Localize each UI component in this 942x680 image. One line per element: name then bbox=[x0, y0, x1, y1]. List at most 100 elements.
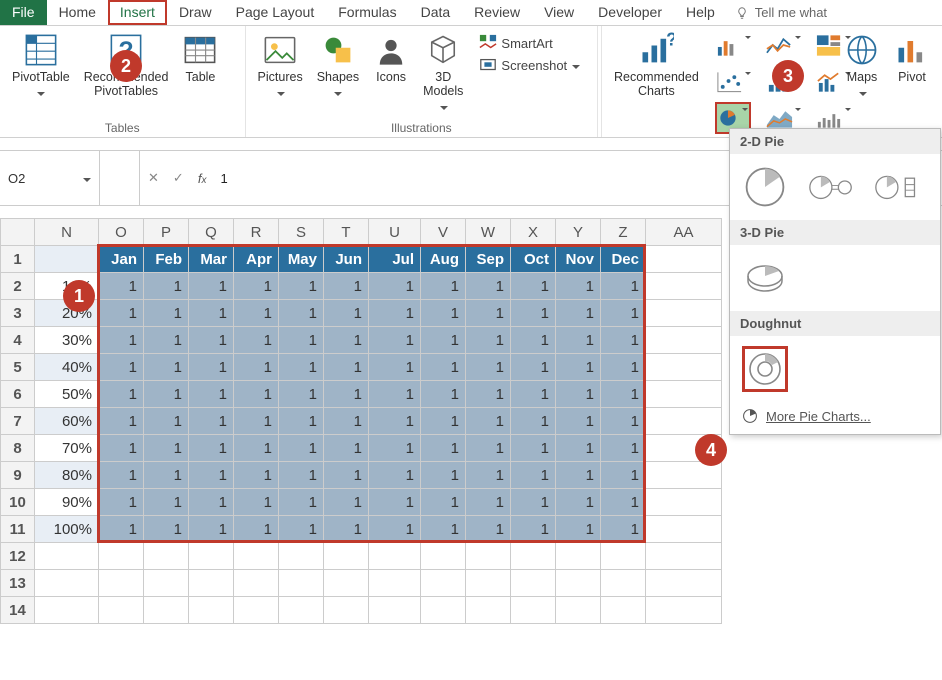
select-all-cell[interactable] bbox=[1, 219, 35, 246]
cell[interactable] bbox=[324, 570, 369, 597]
cell[interactable] bbox=[646, 300, 722, 327]
cell[interactable]: Dec bbox=[601, 246, 646, 273]
shapes-button[interactable]: Shapes bbox=[313, 30, 363, 102]
cell[interactable] bbox=[144, 543, 189, 570]
cell[interactable]: 1 bbox=[556, 489, 601, 516]
cell[interactable] bbox=[646, 516, 722, 543]
cell[interactable]: Jun bbox=[324, 246, 369, 273]
cell[interactable] bbox=[421, 597, 466, 624]
doughnut-option[interactable] bbox=[742, 346, 788, 392]
cell[interactable]: 1 bbox=[234, 327, 279, 354]
insert-column-chart-button[interactable] bbox=[715, 30, 751, 62]
cell[interactable]: 1 bbox=[189, 462, 234, 489]
cell[interactable]: 1 bbox=[556, 327, 601, 354]
cell[interactable]: 1 bbox=[279, 489, 324, 516]
formula-value[interactable]: 1 bbox=[220, 171, 227, 186]
cell[interactable]: 100% bbox=[35, 516, 99, 543]
row-header[interactable]: 14 bbox=[1, 597, 35, 624]
cell[interactable]: 1 bbox=[466, 489, 511, 516]
cell[interactable]: 90% bbox=[35, 489, 99, 516]
pie-3d-option[interactable] bbox=[742, 255, 788, 301]
cell[interactable]: 1 bbox=[324, 516, 369, 543]
cell[interactable] bbox=[234, 597, 279, 624]
cell[interactable]: Feb bbox=[144, 246, 189, 273]
cell[interactable]: 1 bbox=[99, 462, 144, 489]
cell[interactable]: 1 bbox=[144, 300, 189, 327]
fx-icon[interactable]: fx bbox=[198, 171, 207, 186]
col-header[interactable]: T bbox=[324, 219, 369, 246]
cancel-icon[interactable]: ✕ bbox=[148, 170, 159, 186]
cell[interactable]: 1 bbox=[324, 327, 369, 354]
cell[interactable] bbox=[556, 597, 601, 624]
cell[interactable]: 1 bbox=[466, 381, 511, 408]
cell[interactable] bbox=[646, 273, 722, 300]
tab-file[interactable]: File bbox=[0, 0, 47, 25]
cell[interactable]: 1 bbox=[279, 435, 324, 462]
cell[interactable] bbox=[646, 408, 722, 435]
bar-of-pie-option[interactable] bbox=[874, 164, 920, 210]
cell[interactable]: 1 bbox=[324, 273, 369, 300]
cell[interactable]: 1 bbox=[234, 354, 279, 381]
cell[interactable]: 1 bbox=[324, 300, 369, 327]
cell[interactable]: 1 bbox=[511, 408, 556, 435]
cell[interactable] bbox=[369, 597, 421, 624]
cell[interactable]: 70% bbox=[35, 435, 99, 462]
tab-home[interactable]: Home bbox=[47, 0, 108, 25]
cell[interactable]: Mar bbox=[189, 246, 234, 273]
tell-me[interactable]: Tell me what bbox=[727, 0, 835, 25]
cell[interactable]: 1 bbox=[369, 381, 421, 408]
cell[interactable] bbox=[466, 570, 511, 597]
cell[interactable]: 1 bbox=[189, 489, 234, 516]
cell[interactable]: 80% bbox=[35, 462, 99, 489]
cell[interactable]: 1 bbox=[99, 300, 144, 327]
row-header[interactable]: 1 bbox=[1, 246, 35, 273]
cell[interactable]: 1 bbox=[601, 300, 646, 327]
row-header[interactable]: 12 bbox=[1, 543, 35, 570]
col-header[interactable]: Y bbox=[556, 219, 601, 246]
recommended-charts-button[interactable]: ? Recommended Charts bbox=[610, 30, 703, 100]
cell[interactable]: 1 bbox=[511, 300, 556, 327]
cell[interactable] bbox=[511, 543, 556, 570]
cell[interactable] bbox=[144, 597, 189, 624]
cell[interactable]: 1 bbox=[511, 381, 556, 408]
col-header[interactable]: U bbox=[369, 219, 421, 246]
cell[interactable]: 1 bbox=[99, 408, 144, 435]
cell[interactable]: 1 bbox=[421, 516, 466, 543]
col-header[interactable]: V bbox=[421, 219, 466, 246]
pivottable-button[interactable]: PivotTable bbox=[8, 30, 74, 102]
cell[interactable]: 1 bbox=[234, 435, 279, 462]
cell[interactable]: 1 bbox=[144, 327, 189, 354]
row-header[interactable]: 3 bbox=[1, 300, 35, 327]
cell[interactable]: 1 bbox=[144, 381, 189, 408]
cell[interactable]: 1 bbox=[144, 462, 189, 489]
cell[interactable]: 1 bbox=[556, 462, 601, 489]
cell[interactable]: 1 bbox=[324, 462, 369, 489]
cell[interactable]: 1 bbox=[601, 354, 646, 381]
cell[interactable]: 1 bbox=[189, 354, 234, 381]
cell[interactable]: Sep bbox=[466, 246, 511, 273]
cell[interactable]: 1 bbox=[466, 462, 511, 489]
cell[interactable] bbox=[601, 597, 646, 624]
cell[interactable]: 1 bbox=[99, 381, 144, 408]
row-header[interactable]: 9 bbox=[1, 462, 35, 489]
cell[interactable]: 1 bbox=[144, 408, 189, 435]
cell[interactable]: 1 bbox=[324, 381, 369, 408]
cell[interactable]: 1 bbox=[189, 381, 234, 408]
cell[interactable] bbox=[369, 543, 421, 570]
cell[interactable] bbox=[511, 597, 556, 624]
cell[interactable] bbox=[601, 570, 646, 597]
cell[interactable]: 1 bbox=[511, 435, 556, 462]
tab-review[interactable]: Review bbox=[462, 0, 532, 25]
cell[interactable]: 1 bbox=[234, 462, 279, 489]
cell[interactable]: 1 bbox=[421, 300, 466, 327]
col-header[interactable]: R bbox=[234, 219, 279, 246]
col-header[interactable]: W bbox=[466, 219, 511, 246]
smartart-button[interactable]: SmartArt bbox=[479, 34, 580, 52]
cell[interactable]: 1 bbox=[556, 300, 601, 327]
cell[interactable] bbox=[324, 597, 369, 624]
cell[interactable]: 1 bbox=[369, 327, 421, 354]
cell[interactable]: 1 bbox=[369, 516, 421, 543]
cell[interactable]: 1 bbox=[556, 354, 601, 381]
more-pie-charts-link[interactable]: More Pie Charts... bbox=[730, 402, 940, 434]
cell[interactable]: 1 bbox=[421, 462, 466, 489]
